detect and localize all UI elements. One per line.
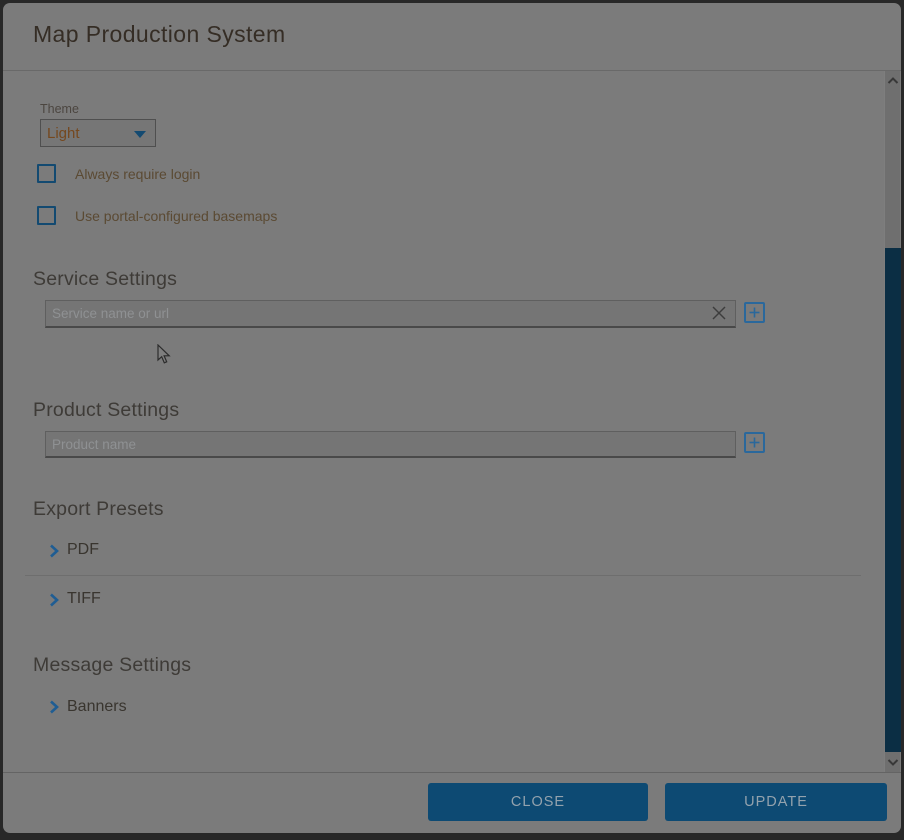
export-preset-tiff[interactable]: TIFF (67, 590, 101, 608)
product-settings-heading: Product Settings (33, 399, 179, 422)
scrollbar-thumb[interactable] (885, 248, 901, 752)
add-product-button[interactable] (744, 432, 765, 453)
checkbox-always-require-login-label: Always require login (75, 166, 200, 182)
add-service-button[interactable] (744, 302, 765, 323)
plus-icon (749, 307, 760, 318)
scroll-up-arrow-icon[interactable] (887, 75, 899, 87)
message-settings-heading: Message Settings (33, 654, 191, 677)
message-settings-banners[interactable]: Banners (67, 698, 127, 716)
scroll-down-arrow-icon[interactable] (887, 756, 899, 768)
checkbox-always-require-login[interactable] (37, 164, 56, 183)
footer-divider (3, 772, 901, 773)
caret-down-icon (134, 131, 146, 138)
close-button[interactable]: CLOSE (428, 783, 648, 821)
chevron-right-icon[interactable] (49, 700, 59, 714)
product-name-input[interactable] (45, 431, 736, 458)
theme-select[interactable]: Light (40, 119, 156, 147)
theme-selected-value: Light (47, 125, 80, 142)
export-preset-pdf[interactable]: PDF (67, 541, 99, 559)
scrollbar-track[interactable] (884, 71, 900, 772)
theme-label: Theme (40, 102, 79, 116)
service-settings-heading: Service Settings (33, 268, 177, 291)
checkbox-use-portal-basemaps[interactable] (37, 206, 56, 225)
dialog-title: Map Production System (33, 21, 286, 48)
plus-icon (749, 437, 760, 448)
chevron-right-icon[interactable] (49, 544, 59, 558)
chevron-right-icon[interactable] (49, 593, 59, 607)
update-button[interactable]: UPDATE (665, 783, 887, 821)
clear-input-x-icon[interactable] (710, 304, 728, 322)
checkbox-use-portal-basemaps-label: Use portal-configured basemaps (75, 208, 277, 224)
header-divider (3, 70, 901, 71)
export-presets-heading: Export Presets (33, 498, 164, 521)
service-name-input[interactable] (45, 300, 736, 328)
preset-divider (25, 575, 861, 576)
